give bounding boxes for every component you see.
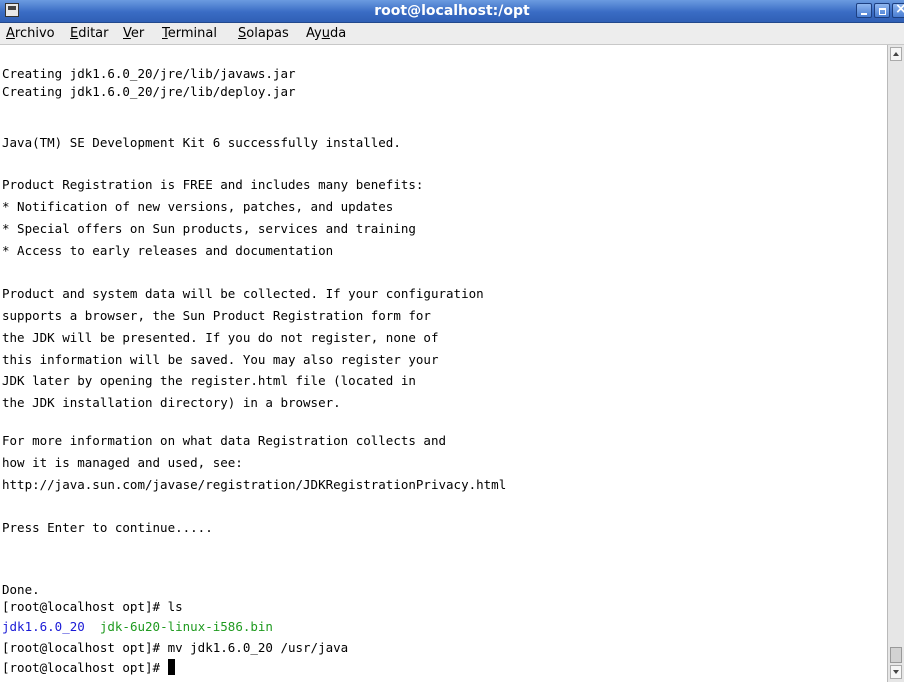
terminal-line: Press Enter to continue..... [2, 520, 213, 535]
terminal-line: Product and system data will be collecte… [2, 286, 484, 301]
terminal-line: Done. [2, 582, 40, 597]
directory-entry: jdk1.6.0_20 [2, 619, 85, 634]
terminal-line: Product Registration is FREE and include… [2, 177, 424, 192]
minimize-button[interactable] [856, 3, 872, 18]
terminal-line: this information will be saved. You may … [2, 352, 439, 367]
terminal-line: Creating jdk1.6.0_20/jre/lib/deploy.jar [2, 84, 296, 99]
menu-ver[interactable]: Ver [123, 23, 144, 44]
terminal-line: supports a browser, the Sun Product Regi… [2, 308, 431, 323]
terminal-line: http://java.sun.com/javase/registration/… [2, 477, 507, 492]
maximize-button[interactable] [874, 3, 890, 18]
terminal-line: * Access to early releases and documenta… [2, 243, 334, 258]
menu-terminal[interactable]: Terminal [162, 23, 217, 44]
menu-editar[interactable]: Editar [70, 23, 109, 44]
ls-output-line: jdk1.6.0_20 jdk-6u20-linux-i586.bin [2, 618, 273, 636]
window-title: root@localhost:/opt [374, 3, 530, 19]
title-bar[interactable]: root@localhost:/opt [0, 0, 904, 23]
terminal-line: Creating jdk1.6.0_20/jre/lib/javaws.jar [2, 66, 296, 81]
terminal-line: * Notification of new versions, patches,… [2, 199, 394, 214]
menu-archivo[interactable]: Archivo [6, 23, 55, 44]
terminal-line: [root@localhost opt]# ls [2, 599, 183, 614]
prompt-line: [root@localhost opt]# [2, 659, 175, 677]
menu-bar: Archivo Editar Ver Terminal Solapas Ayud… [0, 23, 904, 45]
scroll-down-arrow-icon[interactable] [890, 665, 902, 679]
scroll-up-arrow-icon[interactable] [890, 47, 902, 61]
terminal-line: how it is managed and used, see: [2, 455, 243, 470]
terminal-line: the JDK will be presented. If you do not… [2, 330, 439, 345]
vertical-scrollbar[interactable] [887, 45, 904, 682]
terminal-line: the JDK installation directory) in a bro… [2, 395, 341, 410]
shell-prompt: [root@localhost opt]# [2, 660, 168, 675]
terminal-line: Java(TM) SE Development Kit 6 successful… [2, 135, 401, 150]
terminal-output[interactable]: Creating jdk1.6.0_20/jre/lib/javaws.jar … [0, 45, 887, 682]
text-cursor [167, 659, 175, 675]
menu-ayuda[interactable]: Ayuda [306, 23, 346, 44]
terminal-line: * Special offers on Sun products, servic… [2, 221, 416, 236]
executable-entry: jdk-6u20-linux-i586.bin [99, 619, 273, 634]
terminal-line: [root@localhost opt]# mv jdk1.6.0_20 /us… [2, 640, 349, 655]
menu-solapas[interactable]: Solapas [238, 23, 289, 44]
close-button[interactable] [892, 1, 904, 18]
scroll-thumb[interactable] [890, 647, 902, 663]
terminal-line: For more information on what data Regist… [2, 433, 447, 448]
terminal-window: root@localhost:/opt Archivo Editar Ver T… [0, 0, 904, 682]
terminal-line: JDK later by opening the register.html f… [2, 373, 416, 388]
